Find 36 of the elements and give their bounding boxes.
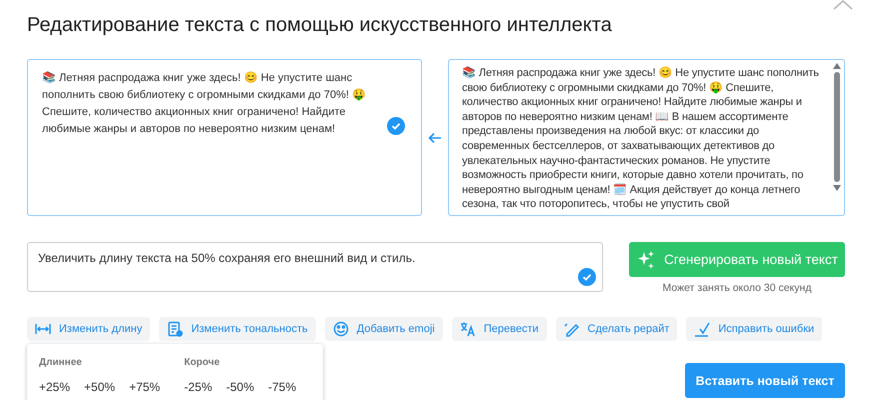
prompt-field[interactable]: Увеличить длину текста на 50% сохраняя его внешний вид и стиль. [27,242,603,292]
translate-icon [460,321,476,337]
generate-hint: Может занять около 30 секунд [662,282,812,294]
original-text-area[interactable] [27,59,422,216]
tool-button[interactable]: Сделать рерайт [556,317,678,341]
length-option[interactable]: +75% [127,378,162,396]
insert-button[interactable]: Вставить новый текст [685,363,845,398]
checkmark-icon [694,321,710,337]
length-option[interactable]: -50% [224,378,256,396]
original-text: 📚 Летняя распродажа книг уже здесь! 😊 Не упустите шанс пополнить свою библиотеку с огромными скидками до 70%! 🤑 Спешите, количество акционных книг ограничено! Найдите любимые жанры и авторов по невероятно низким ценам! [42,70,367,137]
width-arrows-icon [35,321,51,337]
new-text: 📚 Летняя распродажа книг уже здесь! 😊 Не упустите шанс пополнить свою библиотеку с огромными скидками до 70%! 🤑 Спешите, количество акционных книг ограничено! Найдите любимые жанры и авторов по невероятно низким ценам! 📖 В нашем ассортименте представлены произведения на любой вкус: от классики до современных бестселлеров, от захватывающих детективов до увлекательных научно-фантастических романов. Не упустите возможность приобрести книги, которые давно хотели прочитать, по невероятно выгодным ценам! 🗓 Акция действует до конца летнего сезона, так что поторопитесь, чтобы не упустить свой [462,66,820,212]
check-icon [387,117,406,135]
scroll-down-icon[interactable] [833,185,841,191]
document-icon [167,321,184,337]
tool-button[interactable]: Изменить тональность [159,317,316,341]
tool-button[interactable]: Добавить emoji [324,317,443,341]
tool-button[interactable]: Изменить длину [27,317,150,341]
scroll-up-icon[interactable] [833,63,841,69]
menu-heading: Длиннее [38,357,83,368]
menu-heading: Короче [183,357,221,368]
dialog-title: Редактирование текста с помощью искусственного интеллекта [27,14,613,38]
length-option[interactable]: -25% [182,378,214,396]
tool-button[interactable]: Перевести [452,317,546,341]
smiley-icon [332,321,349,337]
new-text-area[interactable] [448,59,845,216]
sparkle-icon [636,250,656,270]
check-icon [578,268,596,286]
length-option[interactable]: -75% [266,378,298,396]
arrow-left-icon[interactable] [428,132,442,144]
pencil-icon [564,321,580,337]
generate-button[interactable]: Сгенерировать новый текст [629,242,845,277]
length-option[interactable]: +25% [37,378,72,396]
length-option[interactable]: +50% [82,378,118,396]
tool-button[interactable]: Исправить ошибки [686,317,822,341]
scrollbar-thumb[interactable] [834,72,840,182]
